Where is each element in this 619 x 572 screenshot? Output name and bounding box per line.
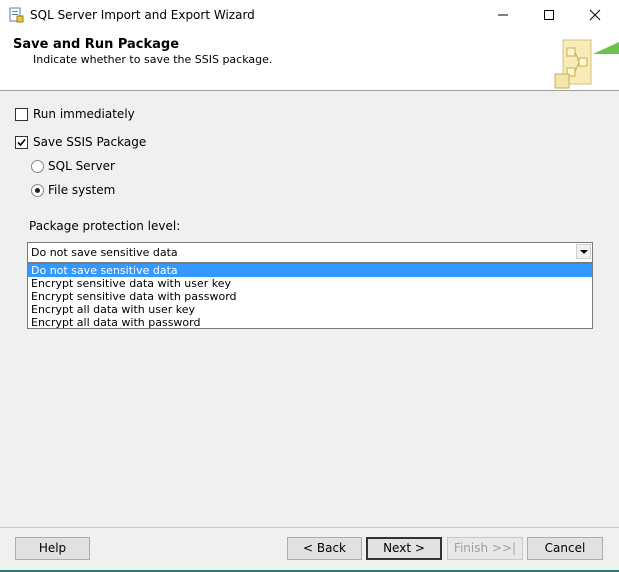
dropdown-option[interactable]: Do not save sensitive data <box>28 264 592 277</box>
cancel-button[interactable]: Cancel <box>527 537 603 560</box>
maximize-icon <box>544 10 554 20</box>
radio-selected-dot <box>35 188 40 193</box>
window-title: SQL Server Import and Export Wizard <box>30 8 255 22</box>
protection-level-dropdown-list: Do not save sensitive data Encrypt sensi… <box>27 263 593 329</box>
dropdown-option[interactable]: Encrypt sensitive data with user key <box>28 277 592 290</box>
save-ssis-package-label[interactable]: Save SSIS Package <box>33 135 146 149</box>
title-bar: SQL Server Import and Export Wizard <box>0 0 619 30</box>
close-button[interactable] <box>572 0 618 30</box>
dropdown-option[interactable]: Encrypt all data with user key <box>28 303 592 316</box>
dropdown-button[interactable] <box>576 244 591 259</box>
dropdown-option[interactable]: Encrypt sensitive data with password <box>28 290 592 303</box>
save-ssis-package-checkbox[interactable] <box>15 136 28 149</box>
run-immediately-checkbox[interactable] <box>15 108 28 121</box>
page-title: Save and Run Package <box>13 37 180 52</box>
page-subtitle: Indicate whether to save the SSIS packag… <box>33 53 273 66</box>
wizard-app-icon <box>8 7 24 23</box>
next-button[interactable]: Next > <box>366 537 442 560</box>
wizard-header: Save and Run Package Indicate whether to… <box>0 30 619 91</box>
footer-divider <box>0 527 619 528</box>
sql-server-radio[interactable] <box>31 160 44 173</box>
protection-level-value: Do not save sensitive data <box>31 246 178 259</box>
file-system-radio[interactable] <box>31 184 44 197</box>
minimize-button[interactable] <box>480 0 526 30</box>
finish-button[interactable]: Finish >>| <box>447 537 523 560</box>
protection-level-label: Package protection level: <box>29 219 181 233</box>
dropdown-option[interactable]: Encrypt all data with password <box>28 316 592 329</box>
sql-server-label[interactable]: SQL Server <box>48 159 115 173</box>
run-immediately-label[interactable]: Run immediately <box>33 107 135 121</box>
protection-level-select[interactable]: Do not save sensitive data <box>27 242 593 263</box>
back-button[interactable]: < Back <box>287 537 362 560</box>
help-button[interactable]: Help <box>15 537 90 560</box>
close-icon <box>589 9 601 21</box>
file-system-label[interactable]: File system <box>48 183 115 197</box>
chevron-down-icon <box>580 250 588 254</box>
minimize-icon <box>498 14 508 16</box>
package-graphic-icon <box>554 39 619 89</box>
checkmark-icon <box>17 138 26 147</box>
maximize-button[interactable] <box>526 0 572 30</box>
